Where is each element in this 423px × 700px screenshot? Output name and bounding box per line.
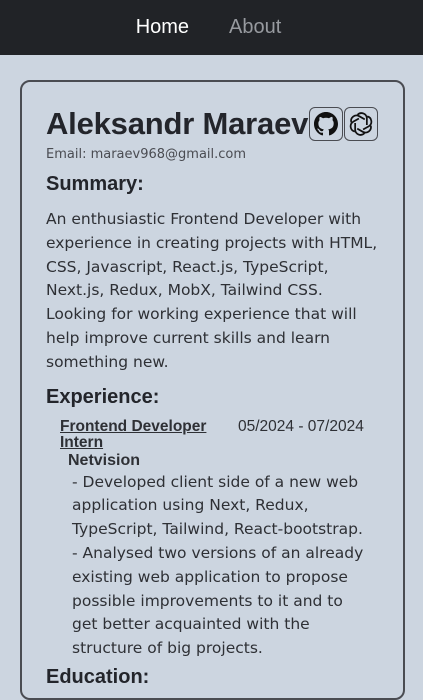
experience-bullet: - Developed client side of a new web app… — [72, 472, 363, 539]
profile-name: Aleksandr Maraev — [46, 106, 309, 141]
experience-item: Frontend Developer Intern 05/2024 - 07/2… — [46, 417, 396, 661]
openai-link[interactable] — [344, 107, 379, 141]
github-icon — [314, 112, 339, 136]
resume-card: Aleksandr Maraev Email: maraev968@gmail.… — [20, 80, 405, 700]
header-row: Aleksandr Maraev — [46, 106, 403, 142]
profile-email: Email: maraev968@gmail.com — [46, 147, 247, 162]
summary-text: An enthusiastic Frontend Developer with … — [46, 210, 378, 371]
github-link[interactable] — [309, 107, 344, 141]
experience-company: Netvision — [68, 451, 141, 469]
education-heading: Education: — [46, 665, 150, 688]
nav-home-link[interactable]: Home — [136, 16, 189, 39]
experience-role-link[interactable]: Frontend Developer Intern — [60, 418, 238, 451]
openai-icon — [349, 112, 373, 136]
experience-header: Frontend Developer Intern 05/2024 - 07/2… — [60, 417, 396, 451]
top-navbar: Home About — [0, 0, 423, 55]
experience-bullets: - Developed client side of a new web app… — [72, 471, 372, 661]
experience-dates: 05/2024 - 07/2024 — [238, 417, 364, 435]
summary-heading: Summary: — [46, 173, 144, 195]
nav-about-link[interactable]: About — [229, 16, 281, 39]
experience-bullet: - Analysed two versions of an already ex… — [72, 543, 364, 658]
experience-heading: Experience: — [46, 385, 160, 408]
